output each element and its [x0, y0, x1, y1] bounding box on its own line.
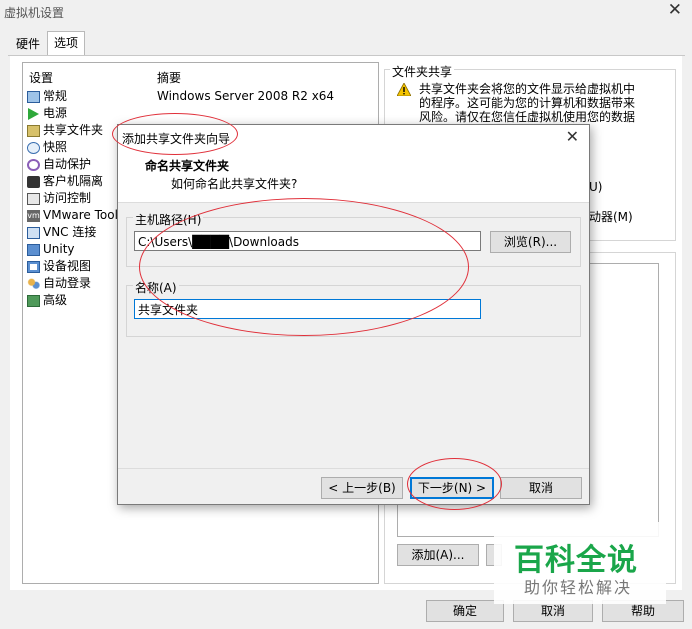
device-view-icon: [27, 260, 40, 273]
vm-icon: vm: [27, 209, 40, 222]
list-item-label: 共享文件夹: [43, 123, 104, 137]
annotation-circle-title: [112, 113, 238, 155]
ok-button[interactable]: 确定: [426, 600, 504, 622]
wizard-close-icon[interactable]: ✕: [566, 127, 579, 146]
lock-icon: [27, 175, 40, 188]
list-item-isolation[interactable]: 客户机隔离: [27, 173, 103, 190]
list-item-vmware-tools[interactable]: vm VMware Tools: [27, 207, 124, 224]
list-item-autologon[interactable]: 自动登录: [27, 275, 91, 292]
list-item-label: 高级: [43, 293, 68, 307]
play-icon: [28, 107, 39, 120]
warning-text: 共享文件夹会将您的文件显示给虚拟机中 的程序。这可能为您的计算机和数据带来 风险…: [419, 82, 636, 124]
snapshot-icon: [27, 141, 40, 154]
list-item-access-control[interactable]: 访问控制: [27, 190, 91, 207]
back-button[interactable]: < 上一步(B): [321, 477, 403, 499]
list-item-label: 访问控制: [43, 191, 92, 205]
list-item-label: 快照: [43, 140, 68, 154]
window-title: 虚拟机设置: [4, 6, 65, 20]
browse-button[interactable]: 浏览(R)...: [490, 231, 571, 253]
list-item-unity[interactable]: Unity: [27, 241, 75, 258]
list-item-label: Unity: [43, 242, 75, 256]
partial-option-text-2: 动器(M): [589, 210, 633, 224]
list-item-label: 自动登录: [43, 276, 92, 290]
list-item-label: 设备视图: [43, 259, 92, 273]
list-item-label: 自动保护: [43, 157, 92, 171]
list-item-power[interactable]: 电源: [27, 105, 67, 122]
list-item-label: VNC 连接: [43, 225, 97, 239]
list-item-label: VMware Tools: [43, 208, 125, 222]
list-item-general[interactable]: 常规: [27, 88, 67, 105]
wizard-footer-divider: [118, 468, 589, 469]
partial-option-text-1: U): [589, 180, 603, 194]
list-item-snapshots[interactable]: 快照: [27, 139, 67, 156]
unity-icon: [27, 243, 40, 256]
general-summary: Windows Server 2008 R2 x64: [157, 89, 335, 103]
add-folder-button[interactable]: 添加(A)...: [397, 544, 479, 566]
warning-icon: [397, 83, 411, 96]
list-item-label: 客户机隔离: [43, 174, 104, 188]
watermark-slogan: 助你轻松解决: [524, 578, 633, 597]
vnc-icon: [27, 226, 40, 239]
wizard-header-subtitle: 如何命名此共享文件夹?: [171, 177, 298, 191]
list-item-device-view[interactable]: 设备视图: [27, 258, 91, 275]
list-item-label: 常规: [43, 89, 68, 103]
shared-folder-icon: [27, 124, 40, 137]
users-icon: [27, 277, 40, 290]
wizard-header: 命名共享文件夹 如何命名此共享文件夹?: [118, 150, 589, 203]
wizard-header-title: 命名共享文件夹: [145, 159, 230, 173]
list-item-vnc[interactable]: VNC 连接: [27, 224, 96, 241]
advanced-icon: [27, 294, 40, 307]
column-header-summary: 摘要: [157, 71, 182, 85]
autoprotect-icon: [27, 158, 40, 171]
list-item-advanced[interactable]: 高级: [27, 292, 67, 309]
tab-options[interactable]: 选项: [47, 31, 86, 57]
tab-hardware[interactable]: 硬件: [10, 33, 46, 55]
annotation-circle-next: [407, 458, 502, 510]
wizard-cancel-button[interactable]: 取消: [500, 477, 582, 499]
list-item-label: 电源: [43, 106, 68, 120]
column-header-setting: 设置: [29, 71, 54, 85]
list-item-shared-folders[interactable]: 共享文件夹: [27, 122, 103, 139]
annotation-circle-fields: [139, 198, 469, 336]
window-close-icon[interactable]: ✕: [668, 0, 682, 20]
watermark-brand: 百科全说: [514, 543, 638, 578]
shared-folders-group-label: 文件夹共享: [390, 63, 455, 80]
access-control-icon: [27, 192, 40, 205]
monitor-icon: [27, 90, 40, 103]
list-item-autoprotect[interactable]: 自动保护: [27, 156, 91, 173]
